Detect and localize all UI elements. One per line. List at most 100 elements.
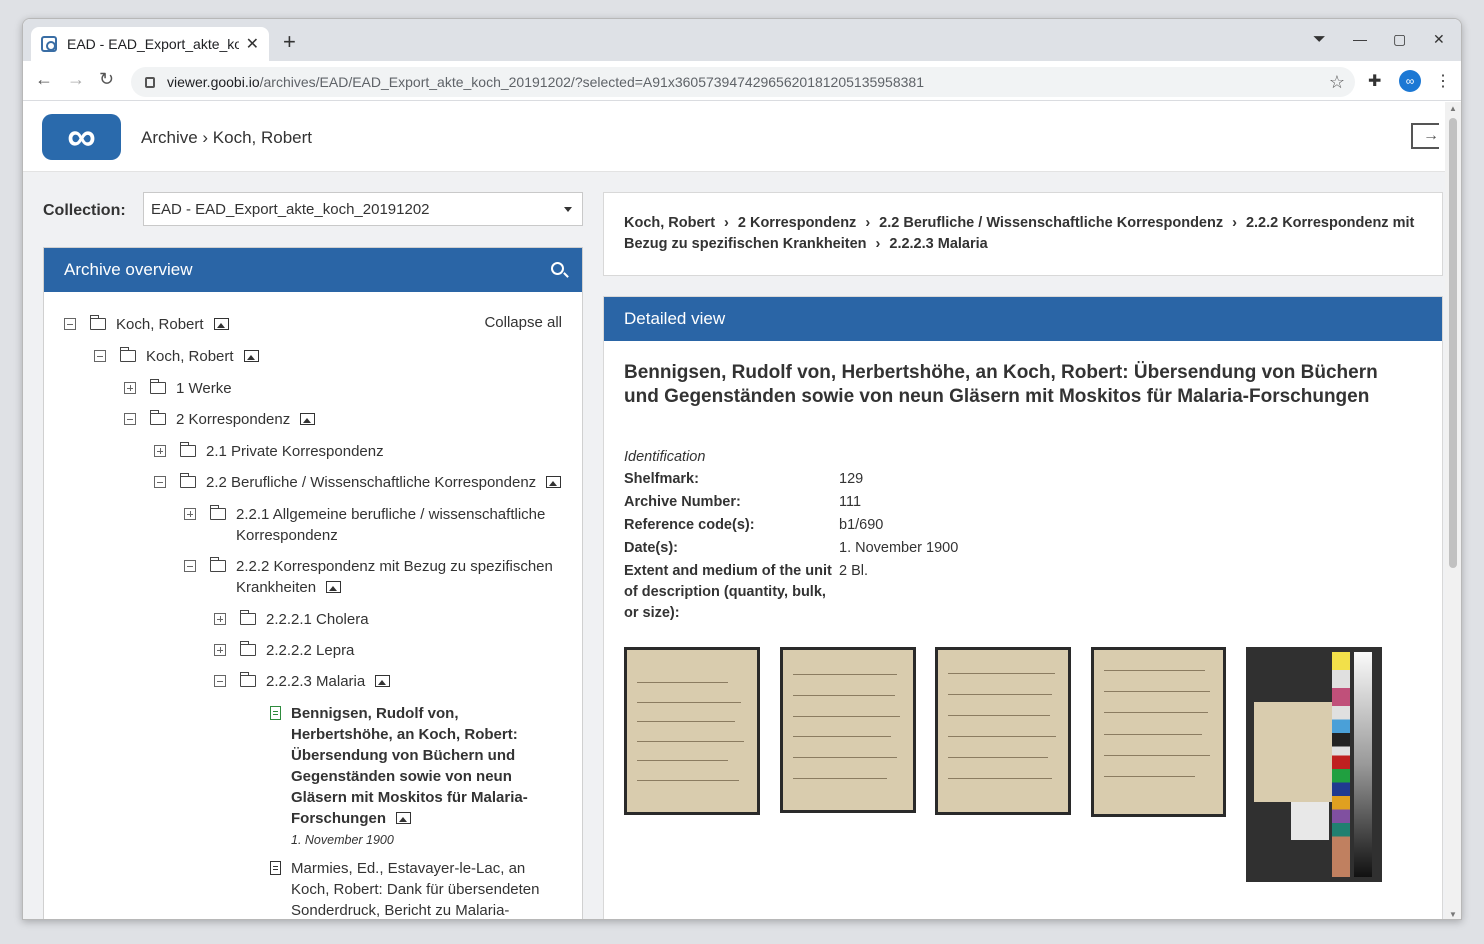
login-icon[interactable]: → [1411,123,1439,149]
tree-node-label[interactable]: 1 Werke [176,378,232,399]
page-thumbnail[interactable] [935,647,1071,815]
page-thumbnail[interactable] [780,647,916,813]
folder-open-icon [120,347,136,362]
tree-node[interactable]: 2.2.1 Allgemeine berufliche / wissenscha… [184,504,564,546]
close-tab-icon[interactable]: ✕ [246,34,259,54]
folder-open-icon [240,610,256,625]
tree-node-label[interactable]: Bennigsen, Rudolf von, Herbertshöhe, an … [291,705,528,827]
collapse-icon[interactable] [64,318,76,330]
manuscript-image [938,650,1068,812]
expand-icon[interactable] [214,644,226,656]
new-tab-button[interactable]: + [283,29,296,55]
page-content: ∞ Archive › Koch, Robert → Collection: E… [23,102,1447,919]
path-item[interactable]: Koch, Robert [624,215,715,231]
tab-search-icon[interactable]: ⏷ [1313,31,1326,49]
tree-node[interactable]: 2 Korrespondenz [124,409,316,430]
reload-icon[interactable]: ↻ [99,69,114,90]
back-icon[interactable]: ← [35,69,53,90]
bookmark-star-icon[interactable]: ☆ [1329,72,1345,93]
tree-node[interactable]: 2.2.2.1 Cholera [214,609,369,630]
collapse-all-button[interactable]: Collapse all [484,314,562,331]
expand-icon[interactable] [124,382,136,394]
maximize-button[interactable]: ▢ [1393,31,1406,48]
favicon-icon [41,36,57,52]
document-icon [270,861,281,875]
header-breadcrumb[interactable]: Archive › Koch, Robert [141,128,312,148]
url-host: viewer.goobi.io [167,74,260,90]
field-value: 129 [839,471,864,487]
tree-node-label[interactable]: 2 Korrespondenz [176,411,290,428]
tree-node-label[interactable]: 2.1 Private Korrespondenz [206,441,384,462]
forward-icon[interactable]: → [67,69,85,90]
tab-title: EAD - EAD_Export_akte_koch [67,36,239,52]
folder-open-icon [240,672,256,687]
page-thumbnail[interactable] [624,647,760,815]
tree-node-date: 1. November 1900 [291,833,394,847]
browser-tab[interactable]: EAD - EAD_Export_akte_koch ✕ [31,27,269,61]
detailed-view-title: Detailed view [624,309,726,328]
field-value: b1/690 [839,517,884,533]
collection-select[interactable]: EAD - EAD_Export_akte_koch_20191202 [143,192,583,226]
scrollbar-thumb[interactable] [1449,118,1457,568]
tree-node[interactable]: 1 Werke [124,378,232,399]
archive-overview-header: Archive overview [44,248,582,292]
tree-node-label[interactable]: 2.2.2.2 Lepra [266,640,354,661]
scroll-down-icon[interactable]: ▼ [1449,910,1457,919]
collapse-icon[interactable] [214,675,226,687]
goobi-extension-icon[interactable]: ∞ [1399,70,1421,92]
record-title: Bennigsen, Rudolf von, Herbertshöhe, an … [624,362,1378,407]
grayscale-strip [1354,652,1372,877]
menu-kebab-icon[interactable]: ⋮ [1435,71,1451,91]
field-row: Date(s): 1. November 1900 [624,538,958,559]
expand-icon[interactable] [154,445,166,457]
expand-icon[interactable] [214,613,226,625]
tree-node[interactable]: Koch, Robert [94,346,259,367]
collapse-icon[interactable] [154,476,166,488]
path-item[interactable]: 2.2.2.3 Malaria [889,236,987,252]
minimize-button[interactable]: — [1353,31,1367,47]
page-thumbnail[interactable] [1246,647,1382,882]
browser-toolbar: ← → ↻ viewer.goobi.io/archives/EAD/EAD_E… [23,61,1461,101]
close-window-button[interactable]: ✕ [1433,31,1445,48]
folder-open-icon [90,315,106,330]
folder-open-icon [180,442,196,457]
tree-node[interactable]: 2.2.2 Korrespondenz mit Bezug zu spezifi… [184,556,564,598]
tree-node[interactable]: 2.2.2.3 Malaria [214,671,391,692]
collapse-icon[interactable] [184,560,196,572]
tree-node[interactable]: Marmies, Ed., Estavayer-le-Lac, an Koch,… [270,858,540,919]
tree-node-label[interactable]: 2.2.2.1 Cholera [266,609,369,630]
tree-node-label[interactable]: Koch, Robert [116,316,204,333]
collapse-icon[interactable] [94,350,106,362]
field-key: Shelfmark: [624,471,699,487]
search-icon[interactable] [551,262,564,275]
tree-node[interactable]: 2.2 Berufliche / Wissenschaftliche Korre… [154,472,562,493]
collapse-icon[interactable] [124,413,136,425]
tree-node[interactable]: 2.2.2.2 Lepra [214,640,354,661]
tree-node-label[interactable]: 2.2.2.3 Malaria [266,673,365,690]
color-checker-strip [1332,652,1350,877]
expand-icon[interactable] [184,508,196,520]
path-item[interactable]: 2.2 Berufliche / Wissenschaftliche Korre… [879,215,1223,231]
tree-node-label[interactable]: Koch, Robert [146,348,234,365]
path-item[interactable]: 2 Korrespondenz [738,215,856,231]
tree-node-label[interactable]: 2.2 Berufliche / Wissenschaftliche Korre… [206,474,536,491]
page-thumbnail[interactable] [1091,647,1226,817]
tree-node-label[interactable]: Marmies, Ed., Estavayer-le-Lac, an Koch,… [291,858,540,919]
address-bar[interactable]: viewer.goobi.io/archives/EAD/EAD_Export_… [131,67,1355,97]
extensions-puzzle-icon[interactable]: ✚ [1368,71,1381,91]
hierarchy-breadcrumb: Koch, Robert › 2 Korrespondenz › 2.2 Berufli… [603,192,1443,276]
scroll-up-icon[interactable]: ▲ [1449,104,1457,113]
tree-node-label[interactable]: 2.2.2 Korrespondenz mit Bezug zu spezifi… [236,558,553,596]
goobi-logo[interactable]: ∞ [42,114,121,160]
field-value: 111 [839,494,862,510]
tree-node[interactable]: Koch, Robert [64,314,229,335]
image-icon [546,476,562,488]
page-scrollbar[interactable]: ▲ ▼ [1445,102,1461,919]
detailed-view-panel: Detailed view Bennigsen, Rudolf von, Her… [603,296,1443,919]
tree-node-label[interactable]: 2.2.1 Allgemeine berufliche / wissenscha… [236,504,564,546]
site-header: ∞ Archive › Koch, Robert → [23,102,1447,172]
tree-node-selected[interactable]: Bennigsen, Rudolf von, Herbertshöhe, an … [270,703,540,851]
folder-open-icon [210,505,226,520]
tree-node[interactable]: 2.1 Private Korrespondenz [154,441,384,462]
document-icon [270,706,281,720]
